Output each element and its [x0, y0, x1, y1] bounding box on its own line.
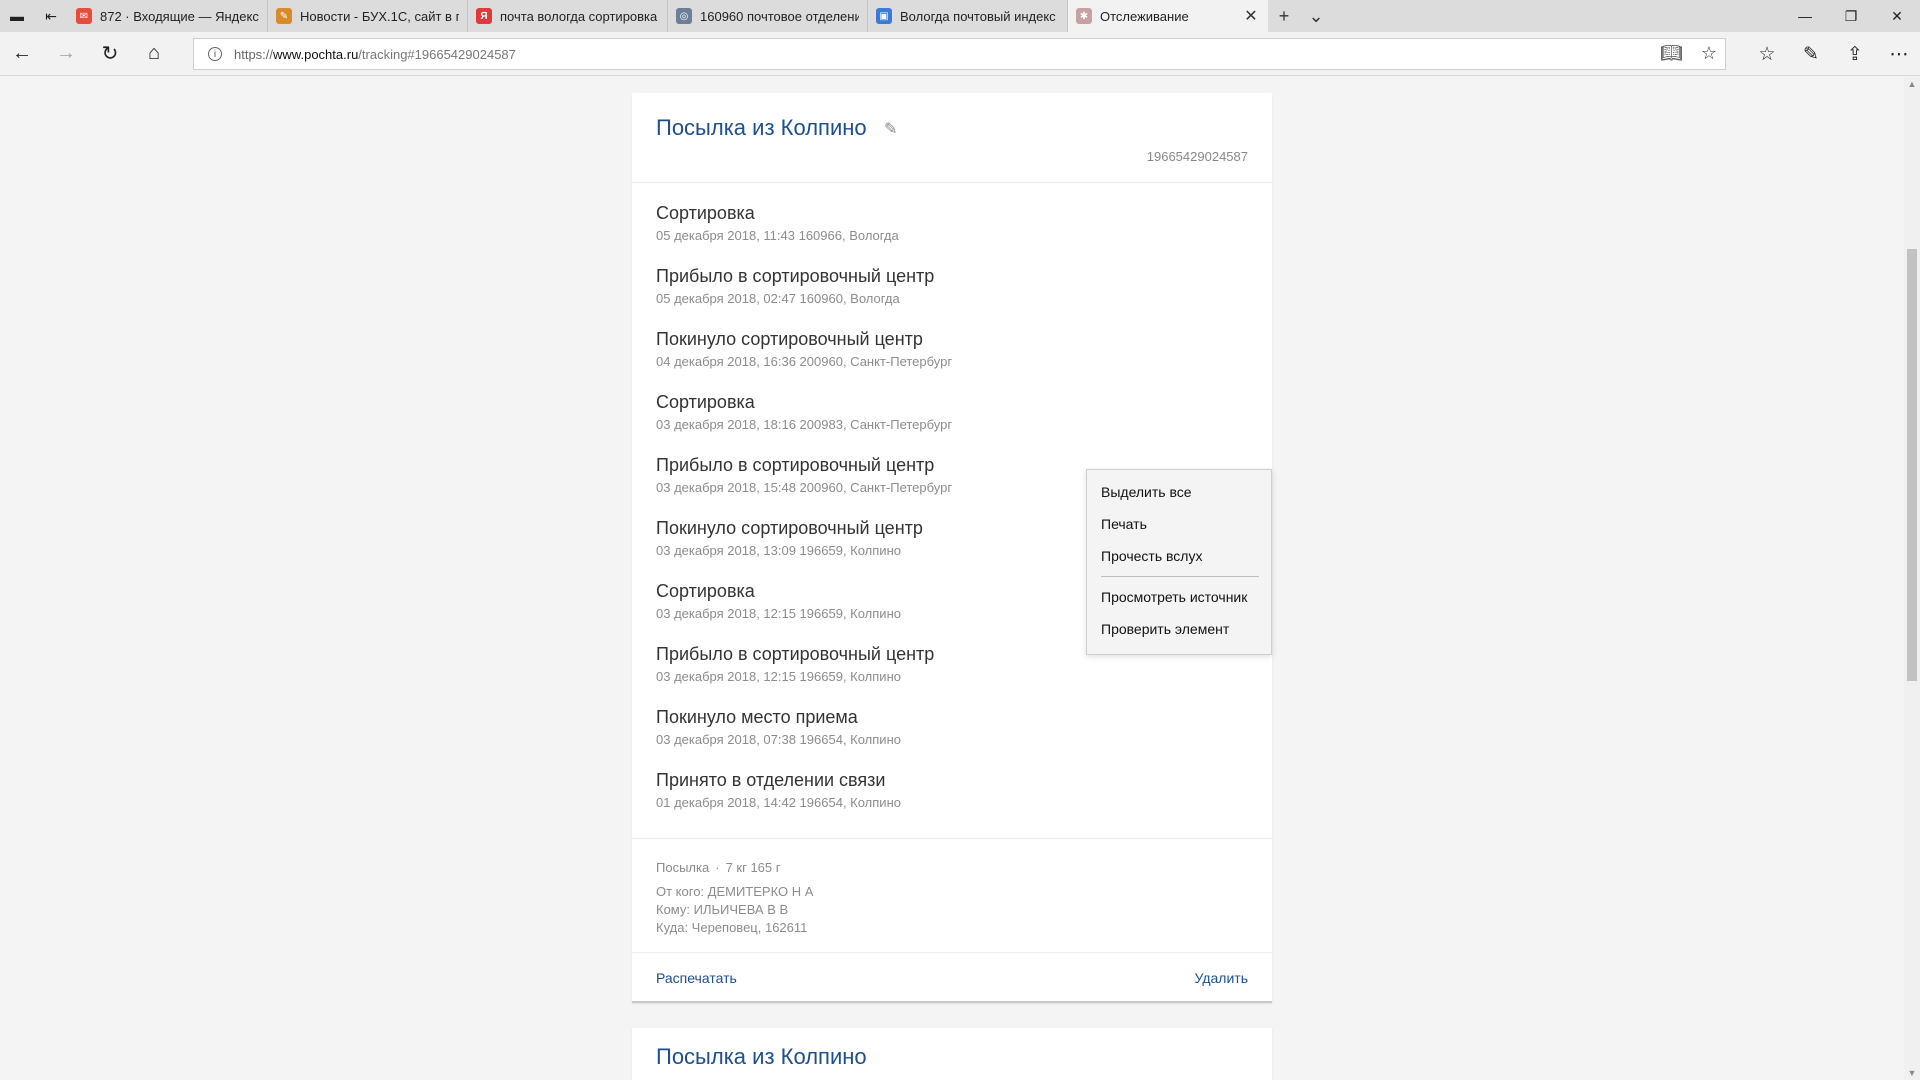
scroll-down-icon[interactable]: ▼	[1904, 1068, 1920, 1078]
list-item: Прибыло в сортировочный центр 05 декабря…	[656, 264, 1248, 327]
event-title: Сортировка	[656, 203, 755, 223]
list-item: Сортировка 05 декабря 2018, 11:43 160966…	[656, 201, 1248, 264]
favorites-hub-icon[interactable]: ☆	[1745, 43, 1789, 66]
site-info-icon[interactable]: i	[208, 47, 222, 61]
pochta-favicon-icon: ✱	[1076, 8, 1092, 24]
event-title: Сортировка	[656, 392, 755, 412]
parcel-recipient: Кому: ИЛЬИЧЕВА В В	[656, 902, 789, 917]
parcel-details: Посылка · 7 кг 165 г От кого: ДЕМИТЕРКО Н …	[632, 838, 1272, 953]
context-menu-read-aloud[interactable]: Прочесть вслух	[1087, 540, 1271, 572]
delete-link[interactable]: Удалить	[1195, 970, 1248, 986]
close-window-icon[interactable]: ✕	[1874, 0, 1920, 32]
context-menu-inspect-element[interactable]: Проверить элемент	[1087, 613, 1271, 645]
list-item: Покинуло сортировочный центр 04 декабря …	[656, 327, 1248, 390]
vertical-scrollbar[interactable]: ▲ ▼	[1904, 77, 1920, 1080]
context-menu-print[interactable]: Печать	[1087, 508, 1271, 540]
event-meta: 01 декабря 2018, 14:42 196654, Колпино	[656, 795, 901, 810]
context-menu: Выделить все Печать Прочесть вслух Просм…	[1086, 469, 1272, 655]
web-note-icon[interactable]: ✎	[1789, 43, 1833, 66]
parcel-type: Посылка	[656, 860, 710, 875]
event-title: Принято в отделении связи	[656, 770, 886, 790]
event-meta: 03 декабря 2018, 07:38 196654, Колпино	[656, 732, 901, 747]
page-content: Посылка из Колпино ✎ 19665429024587 Сорт…	[0, 77, 1920, 1080]
more-menu-icon[interactable]: ⋯	[1877, 43, 1920, 66]
context-menu-divider	[1101, 576, 1259, 577]
scroll-up-icon[interactable]: ▲	[1904, 79, 1920, 89]
forward-icon[interactable]: →	[44, 32, 88, 76]
back-icon[interactable]: ←	[0, 32, 44, 76]
search-favicon-icon: ◎	[676, 8, 692, 24]
close-tab-icon[interactable]: ✕	[1242, 6, 1260, 26]
new-tab-icon[interactable]: +	[1268, 6, 1300, 27]
tab-search-vologda[interactable]: Я почта вологда сортировка	[468, 0, 668, 32]
favorite-star-icon[interactable]: ☆	[1701, 43, 1717, 64]
tab-vologda-index[interactable]: ▣ Вологда почтовый индекс	[868, 0, 1068, 32]
event-title: Покинуло место приема	[656, 707, 858, 727]
separator-dot: ·	[715, 860, 720, 875]
url-input[interactable]: i https://www.pochta.ru/tracking#1966542…	[193, 38, 1726, 70]
parcel-card-second: Посылка из Колпино	[632, 1028, 1272, 1080]
parcel-weight: 7 кг 165 г	[725, 860, 781, 875]
browser-tab-bar: ▬ ⇤ ✉ 872 · Входящие — Яндекс.Почта ✎ Но…	[0, 0, 1920, 32]
parcel-sender: От кого: ДЕМИТЕРКО Н А	[656, 884, 814, 899]
home-icon[interactable]: ⌂	[132, 32, 176, 76]
parcel-title[interactable]: Посылка из Колпино	[656, 1044, 867, 1070]
box-favicon-icon: ▣	[876, 8, 892, 24]
event-meta: 05 декабря 2018, 11:43 160966, Вологда	[656, 228, 899, 243]
restore-icon[interactable]: ❐	[1828, 0, 1874, 32]
tab-buh1c[interactable]: ✎ Новости - БУХ.1С, сайт в п	[268, 0, 468, 32]
tab-post-office-160960[interactable]: ◎ 160960 почтовое отделени	[668, 0, 868, 32]
list-item: Покинуло место приема 03 декабря 2018, 0…	[656, 705, 1248, 768]
list-item: Сортировка 03 декабря 2018, 18:16 200983…	[656, 390, 1248, 453]
event-meta: 04 декабря 2018, 16:36 200960, Санкт-Пет…	[656, 354, 953, 369]
url-scheme: https://	[234, 46, 274, 62]
tracking-number: 19665429024587	[1146, 149, 1248, 164]
context-menu-view-source[interactable]: Просмотреть источник	[1087, 581, 1271, 613]
event-meta: 03 декабря 2018, 12:15 196659, Колпино	[656, 669, 901, 684]
event-meta: 03 декабря 2018, 18:16 200983, Санкт-Пет…	[656, 417, 953, 432]
list-item: Принято в отделении связи 01 декабря 201…	[656, 768, 1248, 831]
tab-tracking[interactable]: ✱ Отслеживание ✕	[1068, 0, 1268, 32]
print-link[interactable]: Распечатать	[656, 970, 737, 986]
address-bar-row: ← → ↻ ⌂ i https://www.pochta.ru/tracking…	[0, 32, 1920, 76]
context-menu-select-all[interactable]: Выделить все	[1087, 476, 1271, 508]
event-title: Прибыло в сортировочный центр	[656, 266, 935, 286]
scroll-thumb[interactable]	[1907, 249, 1917, 681]
url-domain: www.pochta.ru	[273, 46, 359, 62]
event-title: Покинуло сортировочный центр	[656, 329, 923, 349]
minimize-icon[interactable]: —	[1782, 0, 1828, 32]
event-meta: 05 декабря 2018, 02:47 160960, Вологда	[656, 291, 900, 306]
parcel-type-weight: Посылка · 7 кг 165 г	[656, 859, 1248, 877]
tab-actions-icon[interactable]: ▬	[0, 0, 34, 32]
url-path: /tracking#19665429024587	[358, 46, 516, 62]
yandex-favicon-icon: Я	[476, 8, 492, 24]
parcel-title[interactable]: Посылка из Колпино	[656, 115, 867, 141]
pencil-icon[interactable]: ✎	[884, 119, 897, 139]
tab-preview-chevron-icon[interactable]: ⌄	[1300, 6, 1332, 27]
set-aside-tabs-icon[interactable]: ⇤	[34, 0, 68, 32]
buh1c-favicon-icon: ✎	[276, 8, 292, 24]
parcel-destination: Куда: Череповец, 162611	[656, 920, 808, 935]
parcel-actions: Распечатать Удалить	[632, 953, 1272, 1003]
share-icon[interactable]: ⇪	[1833, 43, 1877, 66]
refresh-icon[interactable]: ↻	[88, 32, 132, 76]
tab-yandex-mail[interactable]: ✉ 872 · Входящие — Яндекс.Почта	[68, 0, 268, 32]
parcel-header: Посылка из Колпино ✎ 19665429024587	[632, 93, 1272, 183]
reading-view-icon[interactable]: 📖︎	[1660, 43, 1683, 64]
yandex-mail-favicon-icon: ✉	[76, 8, 92, 24]
